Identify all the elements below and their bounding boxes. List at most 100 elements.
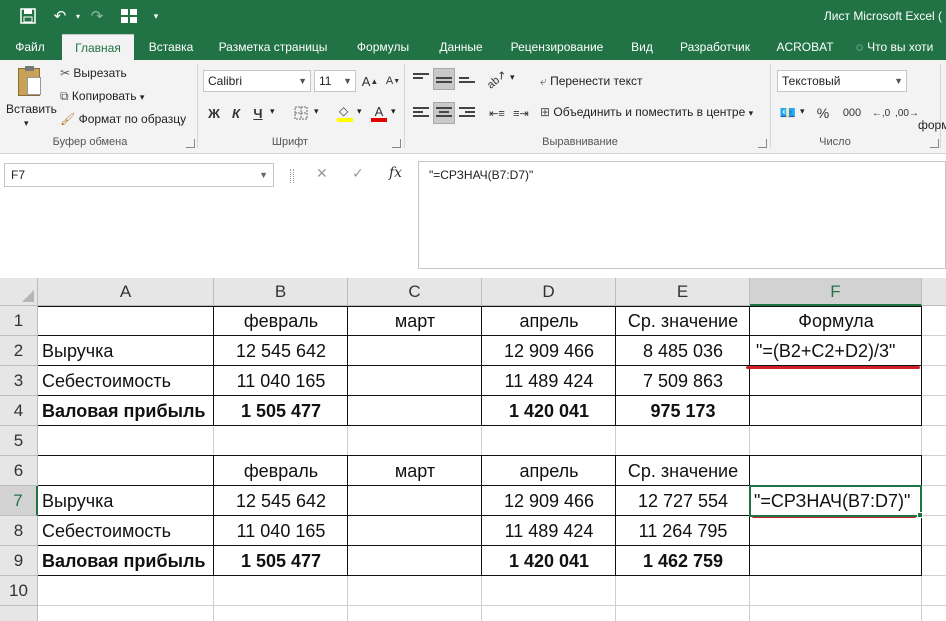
format-painter-button[interactable]: 🖌 Формат по образцу (60, 112, 186, 126)
wrap-text-button[interactable]: ⤶ Перенести текст (540, 74, 642, 89)
align-center-button[interactable] (433, 102, 455, 124)
undo-dropdown-icon[interactable]: ▾ (72, 6, 84, 26)
column-header-g[interactable] (922, 278, 946, 306)
copy-button[interactable]: ⧉ Копировать ▾ (60, 89, 144, 104)
tab-insert[interactable]: Вставка (142, 34, 200, 60)
decrease-decimal-button[interactable]: ,00→ (895, 102, 919, 124)
italic-button[interactable]: К (225, 102, 247, 124)
fill-handle[interactable] (917, 512, 923, 518)
underline-button[interactable]: Ч (247, 102, 269, 124)
clipboard-launcher-icon[interactable] (186, 139, 195, 148)
row-header-2[interactable]: 2 (0, 336, 38, 366)
increase-decimal-button[interactable]: ←,0 (870, 102, 892, 124)
select-all-corner[interactable] (0, 278, 38, 306)
tab-review[interactable]: Рецензирование (504, 34, 610, 60)
paste-button[interactable]: Вставить ▾ (6, 66, 57, 134)
row-header-3[interactable]: 3 (0, 366, 38, 396)
cell-b6[interactable]: февраль (214, 456, 348, 486)
tab-acrobat[interactable]: ACROBAT (770, 34, 840, 60)
merge-center-button[interactable]: ⊞ Объединить и поместить в центре ▾ (540, 105, 753, 119)
cell-e1[interactable]: Ср. значение (616, 306, 750, 336)
shrink-font-button[interactable]: A ▼ (382, 70, 404, 92)
cell-d1[interactable]: апрель (482, 306, 616, 336)
cell-d6[interactable]: апрель (482, 456, 616, 486)
fill-color-button[interactable]: ◇ (334, 102, 356, 124)
cell-e2[interactable]: 8 485 036 (616, 336, 750, 366)
cell-a3[interactable]: Себестоимость (38, 366, 214, 396)
thousands-separator-button[interactable]: 000 (838, 102, 866, 124)
align-bottom-button[interactable] (456, 68, 478, 90)
font-name-select[interactable]: Calibri ▼ (203, 70, 311, 92)
row-header-10[interactable]: 10 (0, 576, 38, 606)
redo-icon[interactable]: ↷ (86, 6, 108, 26)
chevron-down-icon[interactable]: ▾ (270, 106, 275, 117)
column-header-c[interactable]: C (348, 278, 482, 306)
tab-formulas[interactable]: Формулы (348, 34, 418, 60)
font-size-select[interactable]: 11 ▼ (314, 70, 356, 92)
tab-data[interactable]: Данные (430, 34, 492, 60)
number-format-select[interactable]: Текстовый ▼ (777, 70, 907, 92)
cell-f2[interactable]: "=(B2+C2+D2)/3" (752, 336, 924, 366)
row-header-8[interactable]: 8 (0, 516, 38, 546)
chevron-down-icon[interactable]: ▾ (510, 72, 515, 83)
cell-c6[interactable]: март (348, 456, 482, 486)
orientation-button[interactable]: ab↗ (485, 68, 509, 91)
cell-a2[interactable]: Выручка (38, 336, 214, 366)
tab-file[interactable]: Файл (8, 34, 52, 60)
row-header-6[interactable]: 6 (0, 456, 38, 486)
column-header-e[interactable]: E (616, 278, 750, 306)
row-header-1[interactable]: 1 (0, 306, 38, 336)
column-header-b[interactable]: B (214, 278, 348, 306)
chevron-down-icon[interactable]: ▾ (357, 106, 362, 117)
accounting-format-button[interactable]: 💶 (777, 102, 799, 124)
cell-e7[interactable]: 12 727 554 (616, 486, 750, 516)
tell-me-search[interactable]: ◌ Что вы хоти (856, 34, 946, 60)
alignment-launcher-icon[interactable] (758, 139, 767, 148)
row-header-7[interactable]: 7 (0, 486, 38, 516)
cell-d4[interactable]: 1 420 041 (482, 396, 616, 426)
row-header-4[interactable]: 4 (0, 396, 38, 426)
font-color-button[interactable]: A (368, 102, 390, 124)
tab-page-layout[interactable]: Разметка страницы (212, 34, 334, 60)
tab-home[interactable]: Главная (62, 34, 134, 60)
cell-a4[interactable]: Валовая прибыль (38, 396, 214, 426)
chevron-down-icon[interactable]: ▾ (800, 106, 805, 117)
chevron-down-icon[interactable]: ▾ (314, 106, 319, 117)
conditional-format-partial-label[interactable]: форм (918, 118, 946, 132)
row-header-9[interactable]: 9 (0, 546, 38, 576)
cell-c1[interactable]: март (348, 306, 482, 336)
spreadsheet-grid[interactable]: A B C D E F 1 2 3 4 5 6 7 8 9 10 февраль… (0, 278, 946, 621)
align-top-button[interactable] (410, 68, 432, 90)
name-box[interactable]: F7 ▼ (4, 163, 274, 187)
column-header-f[interactable]: F (750, 278, 922, 306)
cut-button[interactable]: ✂ Вырезать (60, 66, 127, 80)
cell-f1[interactable]: Формула (750, 306, 922, 336)
cell-e6[interactable]: Ср. значение (616, 456, 750, 486)
enter-icon[interactable]: ✓ (352, 165, 364, 182)
column-header-d[interactable]: D (482, 278, 616, 306)
align-right-button[interactable] (456, 102, 478, 124)
decrease-indent-button[interactable]: ⇤≡ (486, 102, 508, 124)
cell-e3[interactable]: 7 509 863 (616, 366, 750, 396)
form-icon[interactable] (118, 6, 140, 26)
cell-b2[interactable]: 12 545 642 (214, 336, 348, 366)
cell-d3[interactable]: 11 489 424 (482, 366, 616, 396)
cell-d7[interactable]: 12 909 466 (482, 486, 616, 516)
align-middle-button[interactable] (433, 68, 455, 90)
cell-d9[interactable]: 1 420 041 (482, 546, 616, 576)
increase-indent-button[interactable]: ≡⇥ (510, 102, 532, 124)
insert-function-icon[interactable]: fx (389, 165, 402, 181)
tab-developer[interactable]: Разработчик (672, 34, 758, 60)
cell-b4[interactable]: 1 505 477 (214, 396, 348, 426)
cell-b9[interactable]: 1 505 477 (214, 546, 348, 576)
cell-b7[interactable]: 12 545 642 (214, 486, 348, 516)
number-launcher-icon[interactable] (930, 139, 939, 148)
cell-b3[interactable]: 11 040 165 (214, 366, 348, 396)
column-header-a[interactable]: A (38, 278, 214, 306)
customize-icon[interactable]: ▾ (148, 6, 164, 26)
cell-a9[interactable]: Валовая прибыль (38, 546, 214, 576)
save-icon[interactable] (16, 6, 40, 26)
cell-b1[interactable]: февраль (214, 306, 348, 336)
cell-a7[interactable]: Выручка (38, 486, 214, 516)
grow-font-button[interactable]: A ▲ (359, 70, 381, 92)
